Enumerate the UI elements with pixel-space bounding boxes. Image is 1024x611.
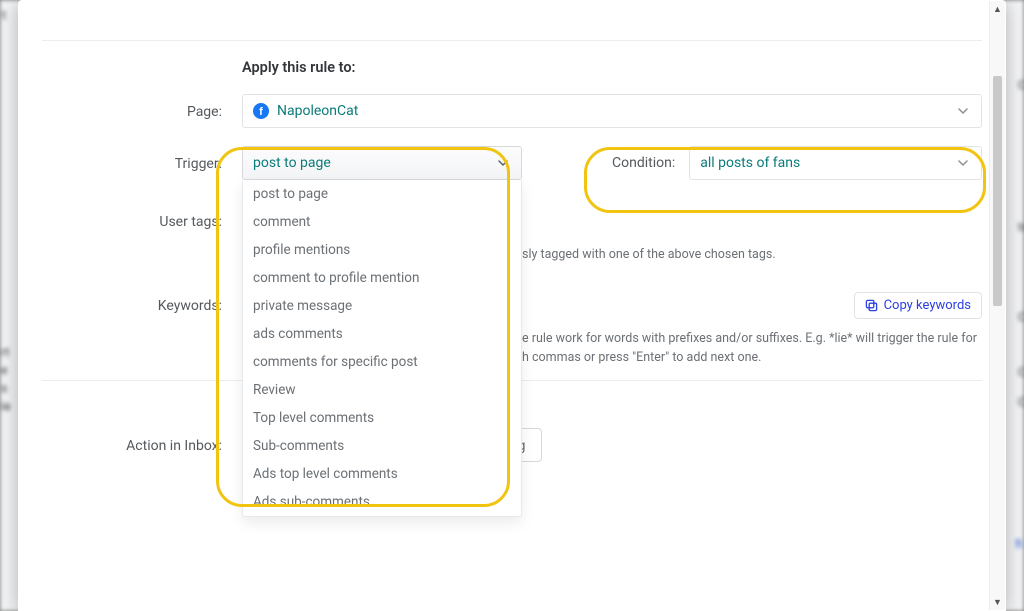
label-action-inbox: Action in Inbox:: [42, 428, 242, 454]
label-keywords: Keywords:: [42, 288, 242, 314]
trigger-option[interactable]: ads comments: [243, 320, 521, 348]
label-trigger: Trigger:: [42, 146, 242, 172]
copy-icon: [865, 299, 878, 312]
condition-select-value: all posts of fans: [700, 155, 800, 171]
page-select-value: NapoleonCat: [277, 103, 358, 119]
facebook-icon: [253, 103, 269, 119]
trigger-option[interactable]: private message: [243, 292, 521, 320]
rule-modal: ▲ ▼ Apply this rule to: Page:: [18, 0, 1006, 611]
trigger-option[interactable]: post to page: [243, 180, 521, 208]
copy-keywords-button[interactable]: Copy keywords: [854, 292, 982, 319]
page-select[interactable]: NapoleonCat: [242, 94, 982, 128]
condition-select[interactable]: all posts of fans: [689, 146, 982, 180]
trigger-option[interactable]: comment: [243, 208, 521, 236]
trigger-option[interactable]: comment to profile mention: [243, 264, 521, 292]
trigger-option[interactable]: Top level comments: [243, 404, 521, 432]
trigger-option[interactable]: Ads sub-comments: [243, 488, 521, 516]
keywords-hint-1: e rule work for words with prefixes and/…: [522, 331, 977, 346]
trigger-option[interactable]: Ads top level comments: [243, 460, 521, 488]
trigger-select[interactable]: post to page: [242, 146, 522, 180]
chevron-down-icon: [957, 157, 969, 169]
section-apply-rule: Apply this rule to:: [242, 59, 982, 76]
trigger-select-value: post to page: [253, 155, 331, 171]
user-tags-note: sly tagged with one of the above chosen …: [522, 238, 776, 265]
copy-keywords-label: Copy keywords: [884, 298, 971, 313]
chevron-down-icon: [497, 157, 509, 169]
divider: [42, 40, 982, 41]
keywords-hint-2: h commas or press "Enter" to add next on…: [522, 350, 761, 365]
label-condition: Condition:: [612, 155, 675, 171]
label-page: Page:: [42, 94, 242, 120]
label-user-tags: User tags:: [42, 188, 242, 230]
chevron-down-icon: [957, 105, 969, 117]
trigger-dropdown[interactable]: post to pagecommentprofile mentionscomme…: [242, 180, 522, 517]
trigger-option[interactable]: profile mentions: [243, 236, 521, 264]
trigger-option[interactable]: Sub-comments: [243, 432, 521, 460]
trigger-option[interactable]: comments for specific post: [243, 348, 521, 376]
trigger-option[interactable]: Review: [243, 376, 521, 404]
